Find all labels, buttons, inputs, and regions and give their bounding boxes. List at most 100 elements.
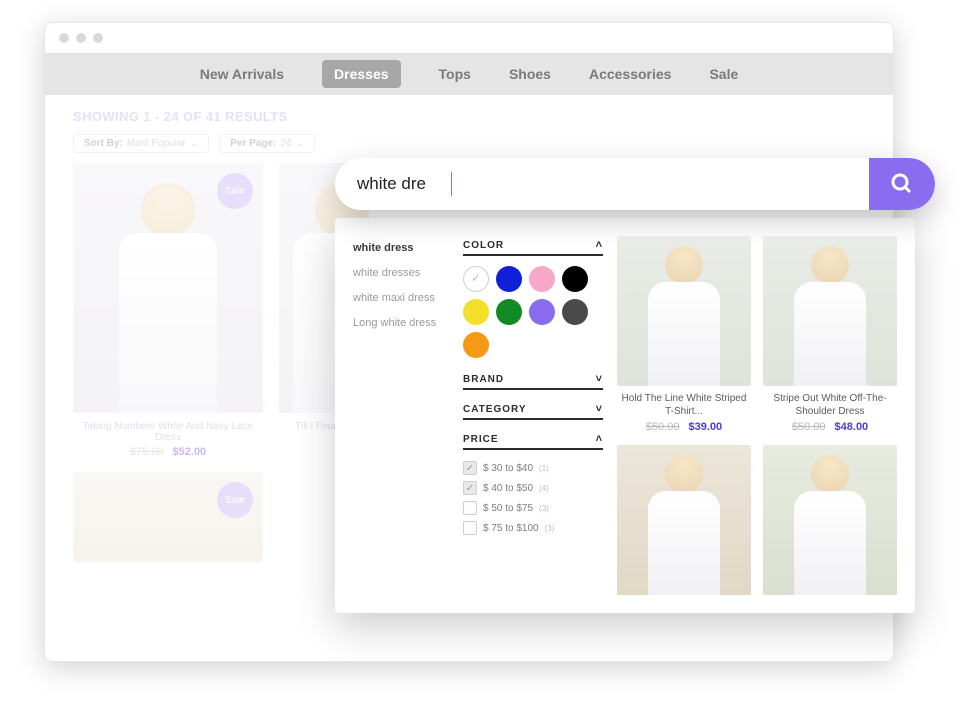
search-bar [335, 158, 935, 210]
checkbox-icon [463, 521, 477, 535]
facet-color-header[interactable]: COLOR ˄ [463, 236, 603, 256]
price-range-count: (1) [539, 464, 549, 473]
instant-results: Hold The Line White Striped T-Shirt... $… [617, 236, 897, 595]
search-overlay: white dress white dresses white maxi dre… [335, 158, 935, 613]
price-range-count: (3) [545, 524, 555, 533]
nav-dresses[interactable]: Dresses [322, 60, 401, 88]
traffic-light-min[interactable] [76, 33, 86, 43]
result-image [617, 236, 751, 386]
nav-accessories[interactable]: Accessories [589, 66, 672, 82]
nav-sale[interactable]: Sale [709, 66, 738, 82]
facet-category-header[interactable]: CATEGORY ˅ [463, 400, 603, 420]
facet-color-label: COLOR [463, 240, 504, 251]
sale-badge: Sale [217, 173, 253, 209]
product-card[interactable]: Sale [73, 472, 263, 562]
results-count: SHOWING 1 - 24 OF 41 RESULTS [73, 109, 865, 124]
window-titlebar [45, 23, 893, 53]
checkbox-icon [463, 481, 477, 495]
product-prices: $75.00 $52.00 [73, 446, 263, 458]
per-page-select[interactable]: Per Page: 24 ⌄ [219, 134, 315, 153]
price-range-option[interactable]: $ 30 to $40 (1) [463, 458, 603, 478]
search-input[interactable] [335, 158, 869, 210]
price-range-option[interactable]: $ 50 to $75 (3) [463, 498, 603, 518]
result-image [617, 445, 751, 595]
price-range-label: $ 75 to $100 [483, 523, 539, 534]
chevron-up-icon: ˄ [596, 239, 603, 251]
main-nav: New Arrivals Dresses Tops Shoes Accessor… [45, 53, 893, 95]
checkbox-icon [463, 501, 477, 515]
result-card[interactable] [617, 445, 751, 595]
color-swatches [463, 256, 603, 360]
nav-tops[interactable]: Tops [439, 66, 471, 82]
chevron-down-icon: ⌄ [190, 138, 198, 149]
color-swatch-black[interactable] [562, 266, 588, 292]
traffic-light-max[interactable] [93, 33, 103, 43]
price-range-count: (3) [539, 504, 549, 513]
old-price: $50.00 [792, 421, 826, 433]
price-range-label: $ 40 to $50 [483, 483, 533, 494]
traffic-light-close[interactable] [59, 33, 69, 43]
result-prices: $50.00 $48.00 [763, 421, 897, 433]
price-range-count: (4) [539, 484, 549, 493]
sort-by-select[interactable]: Sort By: Most Popular ⌄ [73, 134, 209, 153]
search-button[interactable] [869, 158, 935, 210]
result-title: Stripe Out White Off-The-Shoulder Dress [763, 392, 897, 418]
chevron-up-icon: ˄ [596, 433, 603, 445]
result-prices: $50.00 $39.00 [617, 421, 751, 433]
checkbox-icon [463, 461, 477, 475]
color-swatch-pink[interactable] [529, 266, 555, 292]
chevron-down-icon: ˅ [596, 373, 603, 385]
suggestion-item[interactable]: white maxi dress [353, 286, 449, 311]
new-price: $52.00 [173, 446, 207, 458]
price-ranges: $ 30 to $40 (1) $ 40 to $50 (4) $ 50 to … [463, 450, 603, 538]
product-card[interactable]: Sale Taking Numbers White And Navy Lace … [73, 163, 263, 458]
product-image: Sale [73, 163, 263, 413]
product-title: Taking Numbers White And Navy Lace Dress [73, 421, 263, 443]
result-card[interactable] [763, 445, 897, 595]
facet-price-header[interactable]: PRICE ˄ [463, 430, 603, 450]
old-price: $50.00 [646, 421, 680, 433]
price-range-option[interactable]: $ 75 to $100 (3) [463, 518, 603, 538]
facet-category-label: CATEGORY [463, 404, 527, 415]
facet-brand-label: BRAND [463, 374, 504, 385]
color-swatch-orange[interactable] [463, 332, 489, 358]
old-price: $75.00 [130, 446, 164, 458]
result-card[interactable]: Hold The Line White Striped T-Shirt... $… [617, 236, 751, 433]
sale-badge: Sale [217, 482, 253, 518]
price-range-option[interactable]: $ 40 to $50 (4) [463, 478, 603, 498]
text-cursor [451, 172, 452, 196]
price-range-label: $ 50 to $75 [483, 503, 533, 514]
nav-new-arrivals[interactable]: New Arrivals [200, 66, 284, 82]
color-swatch-purple[interactable] [529, 299, 555, 325]
sort-by-label: Sort By: [84, 138, 123, 149]
nav-shoes[interactable]: Shoes [509, 66, 551, 82]
per-page-label: Per Page: [230, 138, 276, 149]
result-title: Hold The Line White Striped T-Shirt... [617, 392, 751, 418]
color-swatch-green[interactable] [496, 299, 522, 325]
new-price: $39.00 [689, 421, 723, 433]
result-image [763, 445, 897, 595]
listing-filters: Sort By: Most Popular ⌄ Per Page: 24 ⌄ [73, 134, 865, 153]
suggestion-item[interactable]: Long white dress [353, 311, 449, 336]
price-range-label: $ 30 to $40 [483, 463, 533, 474]
suggestion-item[interactable]: white dress [353, 236, 449, 261]
result-image [763, 236, 897, 386]
facet-panel: COLOR ˄ BRAND ˅ CATEGORY ˅ [463, 236, 603, 595]
search-dropdown: white dress white dresses white maxi dre… [335, 218, 915, 613]
sort-by-value: Most Popular [127, 138, 186, 149]
color-swatch-blue[interactable] [496, 266, 522, 292]
search-icon [890, 172, 914, 196]
color-swatch-white[interactable] [463, 266, 489, 292]
color-swatch-yellow[interactable] [463, 299, 489, 325]
per-page-value: 24 [280, 138, 291, 149]
product-image: Sale [73, 472, 263, 562]
new-price: $48.00 [835, 421, 869, 433]
suggestion-item[interactable]: white dresses [353, 261, 449, 286]
chevron-down-icon: ⌄ [295, 138, 303, 149]
color-swatch-charcoal[interactable] [562, 299, 588, 325]
suggestion-list: white dress white dresses white maxi dre… [353, 236, 449, 595]
result-card[interactable]: Stripe Out White Off-The-Shoulder Dress … [763, 236, 897, 433]
facet-brand-header[interactable]: BRAND ˅ [463, 370, 603, 390]
facet-price-label: PRICE [463, 434, 499, 445]
chevron-down-icon: ˅ [596, 403, 603, 415]
